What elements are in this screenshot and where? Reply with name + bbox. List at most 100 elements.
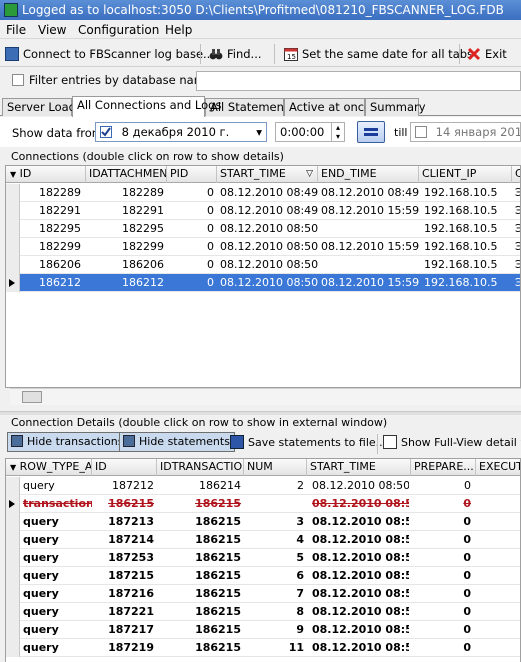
cell-pid: 0: [207, 240, 214, 253]
till-date-checkbox[interactable]: [415, 126, 427, 138]
table-row[interactable]: query 187219 186215 11 08.12.2010 08:50: 0: [6, 639, 520, 657]
tab-summary[interactable]: Summary: [365, 98, 426, 116]
cell-id: 186215: [108, 497, 154, 510]
column-header-idattachment[interactable]: IDATTACHMENT: [86, 166, 167, 183]
row-indicator: [6, 585, 20, 603]
table-row[interactable]: query 187221 186215 8 08.12.2010 08:50: 0: [6, 603, 520, 621]
cell-start: 08.12.2010 08:50:: [312, 641, 409, 654]
date-range-bar: Show data from 8 декабря 2010 г. ▾ 0:00:…: [0, 117, 521, 147]
hide-transactions-button[interactable]: Hide transactions: [7, 432, 129, 452]
tab-all-connections-and-logs[interactable]: All Connections and Logs: [72, 96, 221, 117]
cell-pid: 0: [207, 222, 214, 235]
database-filter-input[interactable]: [196, 71, 521, 91]
menu-configuration[interactable]: Configuration: [78, 23, 159, 37]
from-date-picker[interactable]: 8 декабря 2010 г. ▾: [95, 122, 267, 142]
cell-type: query: [23, 533, 59, 546]
cell-num: 2: [297, 479, 304, 492]
cell-prep: 0: [463, 551, 471, 564]
cell-type: query: [23, 605, 59, 618]
filter-checkbox[interactable]: [12, 74, 24, 86]
tab-server-load[interactable]: Server Load: [2, 98, 76, 116]
table-row[interactable]: query 187217 186215 9 08.12.2010 08:50: 0: [6, 621, 520, 639]
table-row[interactable]: query 187215 186215 6 08.12.2010 08:50: 0: [6, 567, 520, 585]
column-header-idtransaction[interactable]: IDTRANSACTION: [157, 459, 244, 476]
column-header-num[interactable]: NUM: [244, 459, 307, 476]
menu-help[interactable]: Help: [165, 23, 192, 37]
cell-num: 6: [296, 569, 304, 582]
exit-button[interactable]: Exit: [467, 44, 507, 64]
toolbar-separator: [274, 44, 275, 64]
table-row[interactable]: transaction 186215 186215 08.12.2010 08:50:…: [6, 495, 520, 513]
sort-indicator-icon: ▼: [10, 170, 17, 179]
column-header-prepare[interactable]: PREPARE...: [411, 459, 476, 476]
table-row[interactable]: 182289 182289 0 08.12.2010 08:49:308.12.201…: [6, 184, 520, 202]
table-row[interactable]: query 187253 186215 5 08.12.2010 08:50: 0: [6, 549, 520, 567]
sql-icon: [123, 435, 135, 447]
toolbar: Connect to FBScanner log base... Find...…: [0, 40, 521, 67]
same-date-button[interactable]: 15 Set the same date for all tabs: [284, 44, 473, 64]
cell-num: 11: [288, 641, 304, 654]
filter-checkbox-label: Filter entries by database name: [29, 73, 213, 87]
menu-bar: File View Configuration Help: [0, 20, 521, 39]
table-row[interactable]: 182291 182291 0 08.12.2010 08:49:408.12.201…: [6, 202, 520, 220]
table-row[interactable]: query 187214 186215 4 08.12.2010 08:50: 0: [6, 531, 520, 549]
cell-pid: 0: [207, 258, 214, 271]
connections-grid[interactable]: ▼ ID IDATTACHMENT PID START_TIME ▽ END_TI…: [5, 165, 521, 388]
cell-id: 182299: [39, 240, 81, 253]
tab-active-at-once[interactable]: Active at once: [284, 98, 371, 116]
toolbar-separator: [200, 44, 201, 64]
table-row[interactable]: 186212 186212 0 08.12.2010 08:50:408.12.201…: [6, 274, 520, 292]
cell-ip: 192.168.10.5: [424, 240, 498, 253]
column-header-row-type[interactable]: ▼ ROW_TYPE_A: [6, 459, 92, 476]
cell-tr: 186215: [195, 623, 241, 636]
cell-id: 182291: [39, 204, 81, 217]
cell-num: 4: [296, 533, 304, 546]
table-row[interactable]: query 187212 186214 2 08.12.2010 08:50:4 0: [6, 477, 520, 495]
column-header-execute[interactable]: EXECUTE_: [476, 459, 520, 476]
menu-file[interactable]: File: [6, 23, 26, 37]
column-header-end-time[interactable]: END_TIME: [318, 166, 419, 183]
panel-splitter[interactable]: [0, 411, 521, 415]
title-bar: Logged as to localhost:3050 D:\Clients\P…: [0, 0, 521, 20]
column-header-client-ip[interactable]: CLIENT_IP: [419, 166, 512, 183]
details-grid[interactable]: ▼ ROW_TYPE_A ID IDTRANSACTION NUM START_…: [5, 458, 521, 662]
details-caption: Connection Details (double click on row …: [11, 416, 388, 429]
table-row[interactable]: query 187216 186215 7 08.12.2010 08:50: 0: [6, 585, 520, 603]
equalize-dates-button[interactable]: [357, 121, 385, 143]
calendar-dropdown-icon[interactable]: ▾: [256, 123, 262, 141]
cell-id: 182295: [39, 222, 81, 235]
sql-icon: [11, 435, 23, 447]
toolbar-separator: [377, 434, 378, 454]
column-header-start-time[interactable]: START_TIME ▽: [217, 166, 318, 183]
table-row[interactable]: 186206 186206 0 08.12.2010 08:50:4 192.168.1…: [6, 256, 520, 274]
find-button[interactable]: Find...: [209, 44, 262, 64]
cell-att: 182289: [122, 186, 164, 199]
column-header-id[interactable]: ▼ ID: [6, 166, 86, 183]
save-statements-button[interactable]: Save statements to file...: [230, 433, 386, 453]
cell-start: 08.12.2010 08:50:: [312, 497, 409, 510]
menu-view[interactable]: View: [38, 23, 66, 37]
till-date-picker[interactable]: 14 января 2011: [410, 122, 521, 142]
column-header-id[interactable]: ID: [92, 459, 157, 476]
table-row[interactable]: 182295 182295 0 08.12.2010 08:50:1 192.168.1…: [6, 220, 520, 238]
hide-statements-button[interactable]: Hide statements: [119, 432, 235, 452]
connections-horizontal-scrollbar[interactable]: [10, 388, 521, 405]
connections-header: ▼ ID IDATTACHMENT PID START_TIME ▽ END_TI…: [6, 166, 520, 183]
time-spinner-icon[interactable]: ▴ ▾: [331, 123, 344, 141]
show-full-view-button[interactable]: Show Full-View detail win: [383, 433, 521, 453]
cell-id: 186212: [39, 276, 81, 289]
details-toolbar: Hide transactions Hide statements Save s…: [0, 430, 521, 454]
table-row[interactable]: query 187213 186215 3 08.12.2010 08:50: 0: [6, 513, 520, 531]
cell-id: 187212: [112, 479, 154, 492]
column-header-pid[interactable]: PID: [167, 166, 217, 183]
row-indicator: [6, 220, 20, 238]
table-row[interactable]: 182299 182299 0 08.12.2010 08:50:208.12.201…: [6, 238, 520, 256]
from-time-input[interactable]: 0:00:00 ▴ ▾: [275, 122, 345, 142]
from-date-checkbox[interactable]: [100, 126, 112, 138]
filter-funnel-icon: ▽: [306, 169, 313, 179]
scroll-left-button[interactable]: [22, 391, 42, 403]
connect-button[interactable]: Connect to FBScanner log base...: [5, 44, 214, 64]
sort-indicator-icon: ▼: [10, 463, 17, 472]
column-header-cl[interactable]: CL: [512, 166, 520, 183]
column-header-start-time[interactable]: START_TIME: [307, 459, 411, 476]
